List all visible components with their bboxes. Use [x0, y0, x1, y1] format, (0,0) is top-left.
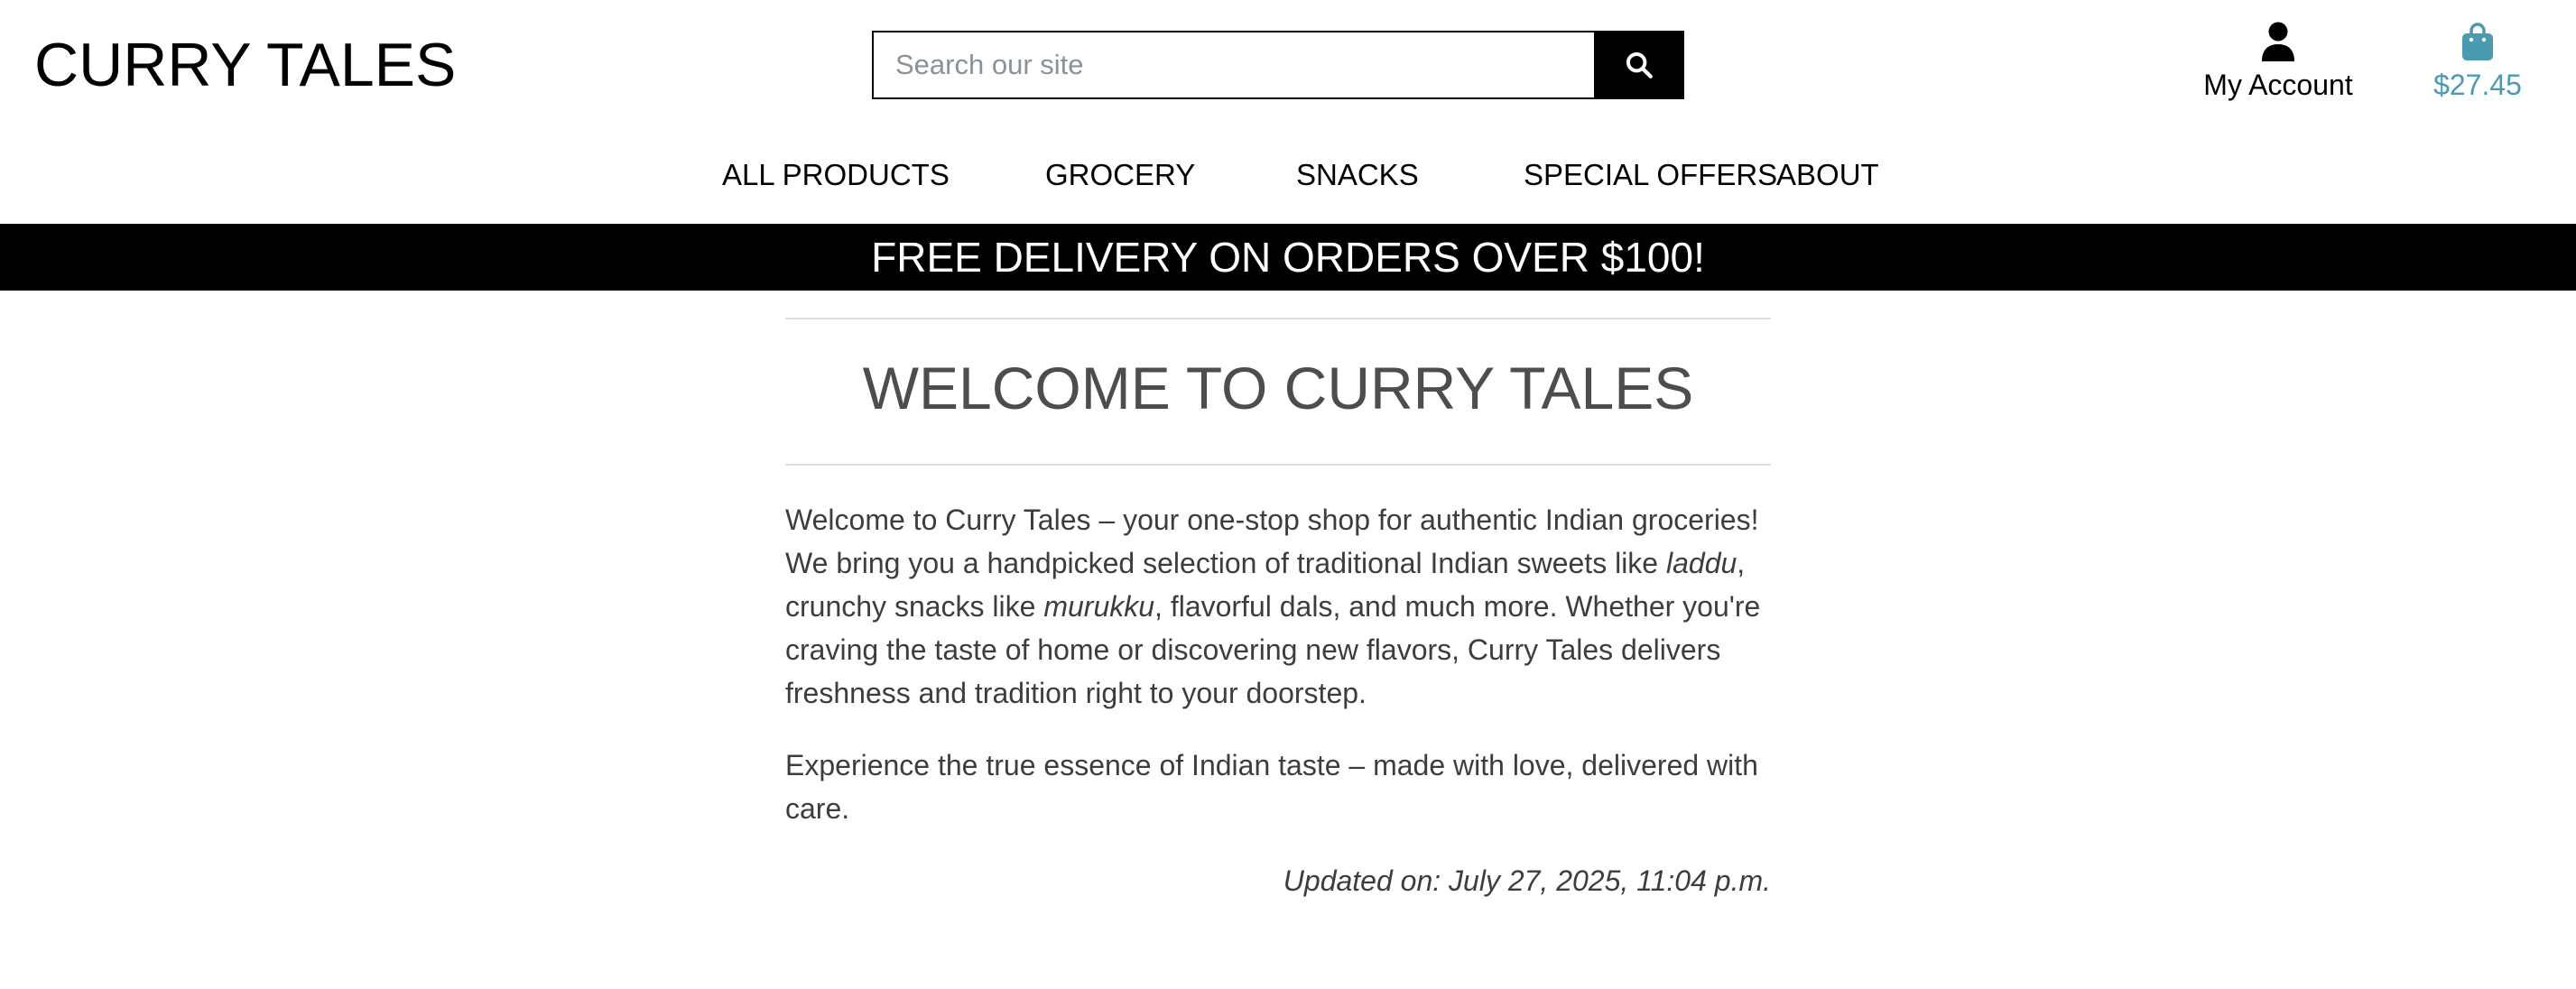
shopping-bag-link[interactable]: $27.45 — [2419, 22, 2536, 103]
my-account-link[interactable]: My Account — [2199, 22, 2358, 103]
intro-text: Welcome to Curry Tales – your one-stop s… — [785, 498, 1771, 830]
nav-item-snacks[interactable]: SNACKS — [1296, 153, 1419, 197]
divider-top — [785, 318, 1771, 319]
intro-paragraph-2: Experience the true essence of Indian ta… — [785, 749, 1758, 825]
search-icon — [1626, 51, 1653, 79]
nav-item-all-products[interactable]: ALL PRODUCTS — [722, 153, 950, 197]
shopping-bag-icon — [2462, 23, 2493, 60]
intro-paragraph-1: Welcome to Curry Tales – your one-stop s… — [785, 504, 1761, 709]
bag-total: $27.45 — [2433, 69, 2522, 101]
site-header: CURRY TALES My Account $27.45 ALL PRODUC… — [0, 0, 2576, 224]
murukku-emphasis: murukku — [1043, 590, 1155, 623]
user-icon — [2262, 22, 2294, 61]
search-input[interactable] — [872, 31, 1594, 99]
main-nav: ALL PRODUCTS GROCERY SNACKS SPECIAL OFFE… — [0, 153, 2576, 197]
nav-item-special-offers[interactable]: SPECIAL OFFERS — [1524, 153, 1777, 197]
updated-timestamp: Updated on: July 27, 2025, 11:04 p.m. — [1283, 864, 1771, 897]
laddu-emphasis: laddu — [1665, 547, 1737, 579]
search-form — [872, 31, 1684, 99]
nav-item-about[interactable]: ABOUT — [1776, 153, 1879, 197]
page-title: WELCOME TO CURRY TALES — [862, 355, 1694, 421]
my-account-label: My Account — [2203, 69, 2353, 101]
divider-bottom — [785, 464, 1771, 466]
nav-item-grocery[interactable]: GROCERY — [1045, 153, 1195, 197]
search-button[interactable] — [1594, 31, 1684, 99]
main-content: WELCOME TO CURRY TALES Welcome to Curry … — [785, 318, 1771, 902]
delivery-banner: FREE DELIVERY ON ORDERS OVER $100! — [0, 224, 2576, 291]
site-logo[interactable]: CURRY TALES — [34, 27, 456, 103]
delivery-banner-text: FREE DELIVERY ON ORDERS OVER $100! — [871, 234, 1705, 281]
